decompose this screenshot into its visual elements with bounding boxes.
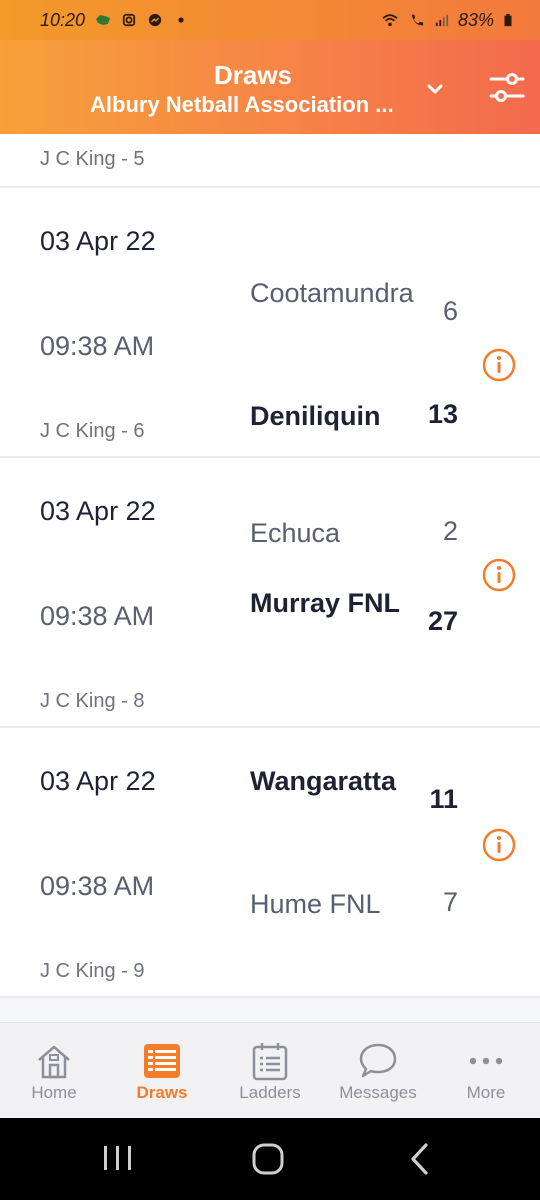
- info-icon[interactable]: [482, 828, 516, 862]
- filter-icon[interactable]: [488, 70, 526, 106]
- home-icon: [38, 1045, 70, 1079]
- match-time: 09:38 AM: [40, 871, 155, 901]
- match-card-2[interactable]: 03 Apr 22 09:38 AM J C King - 8 Echuca 2…: [0, 458, 540, 728]
- home-team-name: Wangaratta: [250, 766, 397, 796]
- match-card-3[interactable]: 03 Apr 22 09:38 AM J C King - 9 Wangarat…: [0, 728, 540, 998]
- call-icon: [411, 14, 424, 26]
- home-team-score: 2: [442, 516, 458, 546]
- home-button-icon[interactable]: [248, 1140, 288, 1178]
- app-header: Draws Albury Netball Association ...: [0, 40, 540, 134]
- away-team-score: 27: [427, 606, 458, 636]
- notification-dot-icon: [178, 17, 184, 23]
- list-item[interactable]: J C King - 5: [0, 134, 540, 188]
- home-team-score: 11: [429, 784, 458, 814]
- instagram-icon: [122, 13, 136, 27]
- match-date: 03 Apr 22: [40, 496, 156, 526]
- venue-label: J C King - 5: [40, 148, 145, 170]
- messenger-icon: [148, 13, 162, 27]
- match-card-1[interactable]: 03 Apr 22 09:38 AM J C King - 6 Cootamun…: [0, 188, 540, 458]
- app-notification-icon: [96, 15, 111, 25]
- venue-label: J C King - 9: [40, 960, 145, 982]
- match-date: 03 Apr 22: [40, 766, 156, 796]
- nav-item-ladders[interactable]: Ladders: [216, 1023, 324, 1118]
- nav-item-draws[interactable]: Draws: [108, 1023, 216, 1118]
- away-team-name: Hume FNL: [250, 889, 381, 919]
- more-icon: [469, 1057, 503, 1065]
- away-team-name: Deniliquin: [250, 401, 381, 431]
- nav-label-home: Home: [31, 1083, 77, 1102]
- nav-label-ladders: Ladders: [239, 1083, 301, 1102]
- back-icon[interactable]: [400, 1140, 440, 1178]
- nav-label-more: More: [466, 1083, 506, 1102]
- venue-label: J C King - 6: [40, 420, 145, 442]
- association-selector-label[interactable]: Albury Netball Association ...: [90, 92, 420, 118]
- nav-item-home[interactable]: Home: [0, 1023, 108, 1118]
- signal-icon: [435, 14, 449, 27]
- battery-percent: 83%: [457, 9, 494, 30]
- nav-label-messages: Messages: [339, 1083, 417, 1102]
- match-time: 09:38 AM: [40, 331, 155, 361]
- list-footer-spacer: [0, 998, 540, 1022]
- system-nav-bar: [0, 1118, 540, 1200]
- nav-label-draws: Draws: [136, 1083, 188, 1102]
- draws-icon: [144, 1044, 180, 1078]
- home-team-score: 6: [442, 296, 458, 326]
- status-right: 83%: [380, 10, 514, 31]
- match-time: 09:38 AM: [40, 601, 155, 631]
- info-icon[interactable]: [482, 558, 516, 592]
- ladders-icon: [252, 1043, 288, 1081]
- away-team-score: 13: [427, 399, 458, 429]
- messages-icon: [359, 1043, 397, 1078]
- home-team-name: Cootamundra: [250, 278, 414, 308]
- away-team-score: 7: [442, 887, 458, 917]
- wifi-icon: [382, 14, 398, 27]
- status-left: 10:20: [40, 10, 189, 31]
- status-bar: 10:20 83%: [0, 0, 540, 40]
- status-time: 10:20: [40, 9, 86, 30]
- chevron-down-icon[interactable]: [424, 78, 446, 100]
- draws-list: J C King - 5 03 Apr 22 09:38 AM J C King…: [0, 134, 540, 998]
- venue-label: J C King - 8: [40, 690, 145, 712]
- recent-apps-icon[interactable]: [98, 1140, 138, 1178]
- away-team-name: Murray FNL: [250, 588, 401, 618]
- bottom-nav: Home Draws Ladders Messages More: [0, 1022, 540, 1118]
- nav-item-messages[interactable]: Messages: [324, 1023, 432, 1118]
- nav-item-more[interactable]: More: [432, 1023, 540, 1118]
- match-date: 03 Apr 22: [40, 226, 156, 256]
- info-icon[interactable]: [482, 348, 516, 382]
- battery-icon: [504, 13, 512, 27]
- home-team-name: Echuca: [250, 518, 341, 548]
